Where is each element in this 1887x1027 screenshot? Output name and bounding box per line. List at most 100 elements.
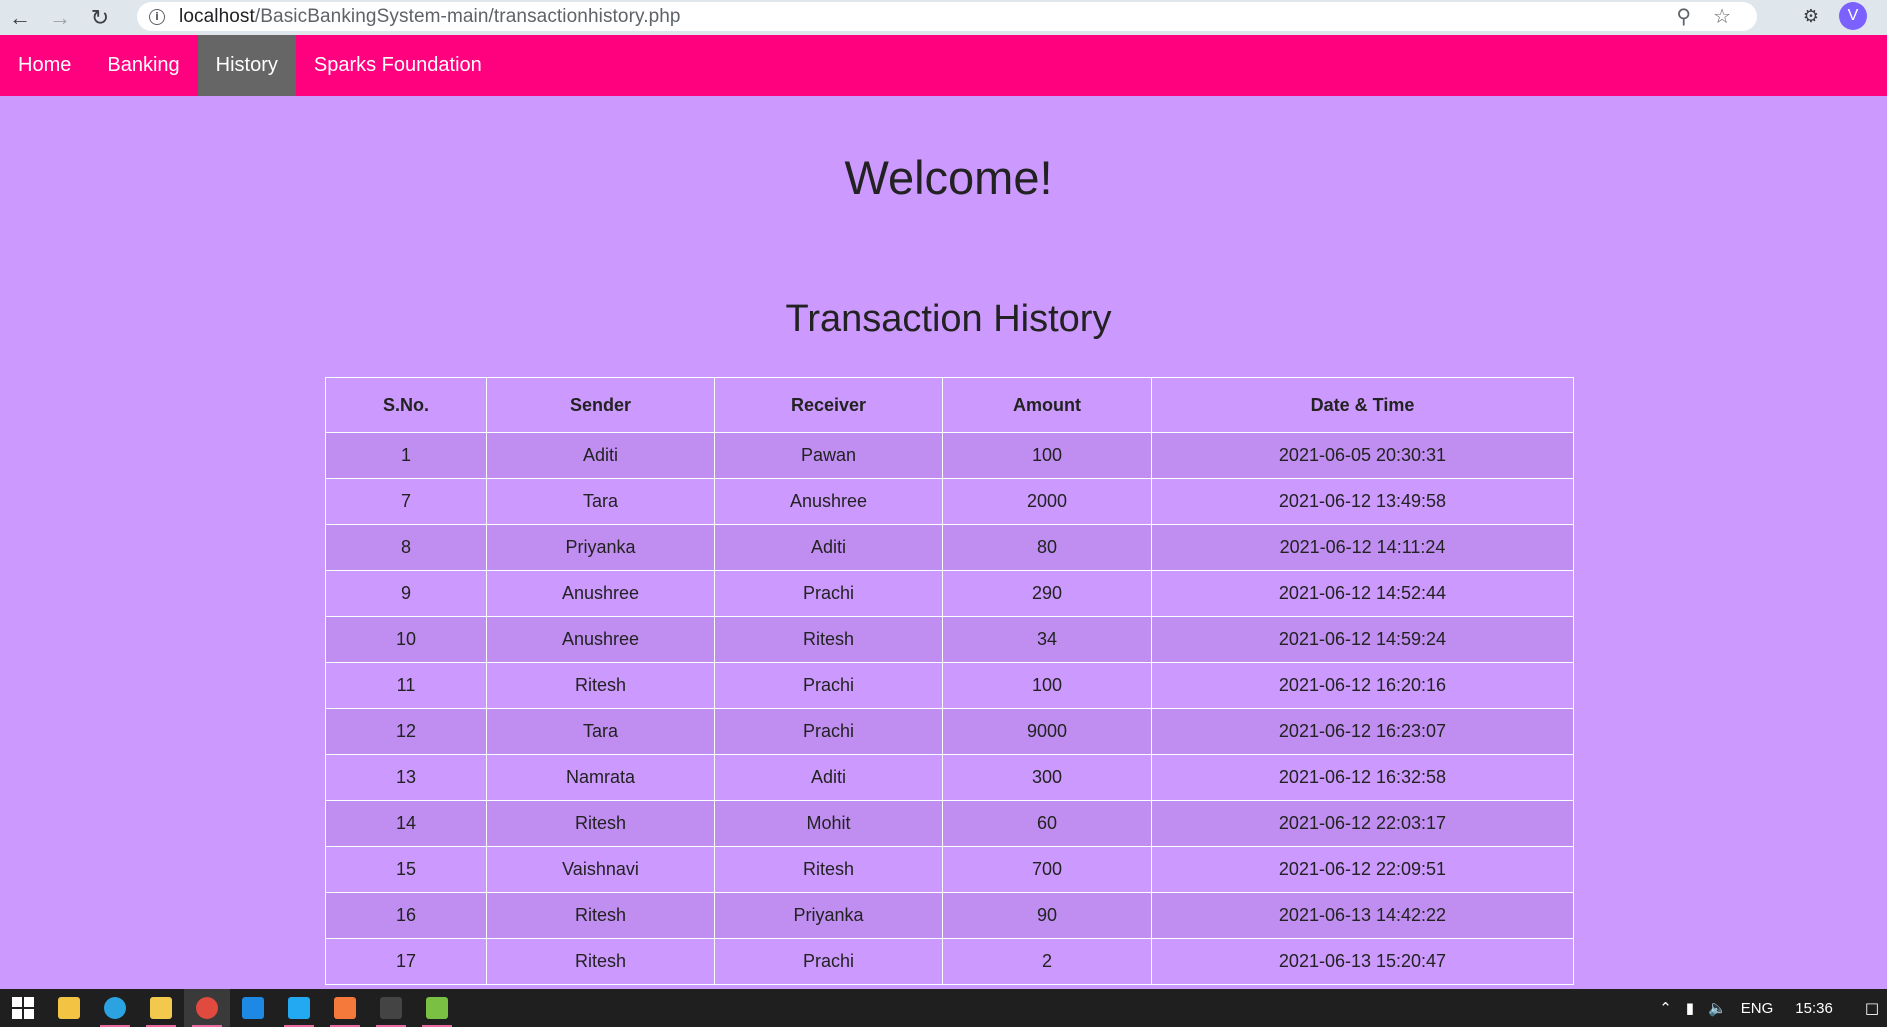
cell-sender: Priyanka bbox=[486, 524, 715, 571]
table-row: 12 Tara Prachi 9000 2021-06-12 16:23:07 bbox=[325, 708, 1574, 755]
cell-receiver: Prachi bbox=[714, 938, 943, 985]
cell-sno: 15 bbox=[325, 846, 487, 893]
table-row: 8 Priyanka Aditi 80 2021-06-12 14:11:24 bbox=[325, 524, 1574, 571]
cell-sender: Ritesh bbox=[486, 938, 715, 985]
cell-receiver: Prachi bbox=[714, 708, 943, 755]
edge-icon[interactable] bbox=[92, 989, 138, 1027]
table-row: 17 Ritesh Prachi 2 2021-06-13 15:20:47 bbox=[325, 938, 1574, 985]
cell-amount: 700 bbox=[942, 846, 1152, 893]
cell-datetime: 2021-06-05 20:30:31 bbox=[1151, 432, 1574, 479]
cell-amount: 2 bbox=[942, 938, 1152, 985]
cell-sender: Aditi bbox=[486, 432, 715, 479]
battery-icon[interactable]: ▮ bbox=[1686, 999, 1694, 1017]
cell-sender: Ritesh bbox=[486, 800, 715, 847]
cell-sno: 17 bbox=[325, 938, 487, 985]
extensions-puzzle-icon[interactable]: ⚙ bbox=[1803, 6, 1819, 27]
col-header-sender: Sender bbox=[486, 377, 715, 433]
cell-amount: 290 bbox=[942, 570, 1152, 617]
cell-amount: 34 bbox=[942, 616, 1152, 663]
store-icon[interactable] bbox=[46, 989, 92, 1027]
file-explorer-icon[interactable] bbox=[138, 989, 184, 1027]
cell-receiver: Anushree bbox=[714, 478, 943, 525]
address-bar[interactable]: i localhost/BasicBankingSystem-main/tran… bbox=[137, 2, 1757, 31]
xampp-icon[interactable] bbox=[322, 989, 368, 1027]
terminal-icon[interactable] bbox=[368, 989, 414, 1027]
cell-sno: 14 bbox=[325, 800, 487, 847]
notepad-icon[interactable] bbox=[414, 989, 460, 1027]
cell-datetime: 2021-06-12 22:09:51 bbox=[1151, 846, 1574, 893]
cell-amount: 9000 bbox=[942, 708, 1152, 755]
back-arrow-icon[interactable]: ← bbox=[0, 0, 40, 35]
vscode-icon[interactable] bbox=[276, 989, 322, 1027]
col-header-sno: S.No. bbox=[325, 377, 487, 433]
bookmark-star-icon[interactable]: ☆ bbox=[1713, 4, 1731, 28]
language-indicator[interactable]: ENG bbox=[1741, 1000, 1774, 1017]
volume-icon[interactable]: 🔈 bbox=[1708, 999, 1727, 1017]
nav-sparks-foundation[interactable]: Sparks Foundation bbox=[296, 35, 500, 96]
nav-home[interactable]: Home bbox=[0, 35, 89, 96]
cell-amount: 90 bbox=[942, 892, 1152, 939]
cell-datetime: 2021-06-12 14:59:24 bbox=[1151, 616, 1574, 663]
cell-sender: Tara bbox=[486, 708, 715, 755]
cell-sno: 13 bbox=[325, 754, 487, 801]
page-title: Transaction History bbox=[785, 298, 1112, 340]
reload-icon[interactable]: ↻ bbox=[80, 0, 120, 35]
windows-start-icon[interactable] bbox=[0, 989, 46, 1027]
chrome-icon[interactable] bbox=[184, 989, 230, 1027]
cell-datetime: 2021-06-12 16:20:16 bbox=[1151, 662, 1574, 709]
clock[interactable]: 15:36 bbox=[1795, 1000, 1833, 1017]
cell-sno: 1 bbox=[325, 432, 487, 479]
tray-chevron-up-icon[interactable]: ⌃ bbox=[1659, 999, 1672, 1017]
system-tray: ⌃ ▮ 🔈 ENG 15:36 □ bbox=[1659, 989, 1887, 1027]
profile-avatar[interactable]: V bbox=[1839, 2, 1867, 30]
welcome-heading: Welcome! bbox=[844, 151, 1053, 204]
mail-icon[interactable] bbox=[230, 989, 276, 1027]
zoom-icon[interactable]: ⚲ bbox=[1676, 4, 1691, 28]
table-body: 1 Aditi Pawan 100 2021-06-05 20:30:31 7 Tara An… bbox=[325, 432, 1574, 985]
cell-receiver: Prachi bbox=[714, 570, 943, 617]
notifications-icon[interactable]: □ bbox=[1865, 999, 1879, 1017]
col-header-receiver: Receiver bbox=[714, 377, 943, 433]
cell-receiver: Ritesh bbox=[714, 846, 943, 893]
cell-sno: 7 bbox=[325, 478, 487, 525]
cell-amount: 100 bbox=[942, 662, 1152, 709]
cell-receiver: Prachi bbox=[714, 662, 943, 709]
nav-history[interactable]: History bbox=[197, 35, 296, 96]
url-text[interactable]: localhost/BasicBankingSystem-main/transa… bbox=[179, 6, 681, 28]
cell-amount: 2000 bbox=[942, 478, 1152, 525]
cell-amount: 60 bbox=[942, 800, 1152, 847]
table-row: 9 Anushree Prachi 290 2021-06-12 14:52:44 bbox=[325, 570, 1574, 617]
cell-sender: Anushree bbox=[486, 570, 715, 617]
cell-datetime: 2021-06-12 14:52:44 bbox=[1151, 570, 1574, 617]
col-header-amount: Amount bbox=[942, 377, 1152, 433]
cell-sno: 11 bbox=[325, 662, 487, 709]
windows-taskbar: ⌃ ▮ 🔈 ENG 15:36 □ bbox=[0, 989, 1887, 1027]
cell-receiver: Mohit bbox=[714, 800, 943, 847]
cell-sno: 8 bbox=[325, 524, 487, 571]
cell-sender: Vaishnavi bbox=[486, 846, 715, 893]
cell-datetime: 2021-06-12 16:23:07 bbox=[1151, 708, 1574, 755]
forward-arrow-icon[interactable]: → bbox=[40, 0, 80, 35]
url-host: localhost bbox=[179, 5, 255, 27]
table-row: 14 Ritesh Mohit 60 2021-06-12 22:03:17 bbox=[325, 800, 1574, 847]
cell-receiver: Aditi bbox=[714, 524, 943, 571]
cell-datetime: 2021-06-12 22:03:17 bbox=[1151, 800, 1574, 847]
site-info-icon[interactable]: i bbox=[149, 8, 165, 25]
cell-datetime: 2021-06-12 14:11:24 bbox=[1151, 524, 1574, 571]
cell-datetime: 2021-06-12 13:49:58 bbox=[1151, 478, 1574, 525]
table-row: 16 Ritesh Priyanka 90 2021-06-13 14:42:22 bbox=[325, 892, 1574, 939]
cell-datetime: 2021-06-12 16:32:58 bbox=[1151, 754, 1574, 801]
cell-sender: Tara bbox=[486, 478, 715, 525]
table-row: 13 Namrata Aditi 300 2021-06-12 16:32:58 bbox=[325, 754, 1574, 801]
table-header-row: S.No. Sender Receiver Amount Date & Time bbox=[325, 377, 1574, 433]
col-header-datetime: Date & Time bbox=[1151, 377, 1574, 433]
table-row: 7 Tara Anushree 2000 2021-06-12 13:49:58 bbox=[325, 478, 1574, 525]
nav-banking[interactable]: Banking bbox=[89, 35, 197, 96]
taskbar-apps bbox=[46, 989, 460, 1027]
table-row: 15 Vaishnavi Ritesh 700 2021-06-12 22:09:51 bbox=[325, 846, 1574, 893]
cell-amount: 300 bbox=[942, 754, 1152, 801]
table-row: 11 Ritesh Prachi 100 2021-06-12 16:20:16 bbox=[325, 662, 1574, 709]
browser-toolbar: ← → ↻ i localhost/BasicBankingSystem-mai… bbox=[0, 0, 1887, 35]
cell-sender: Ritesh bbox=[486, 662, 715, 709]
cell-sender: Ritesh bbox=[486, 892, 715, 939]
